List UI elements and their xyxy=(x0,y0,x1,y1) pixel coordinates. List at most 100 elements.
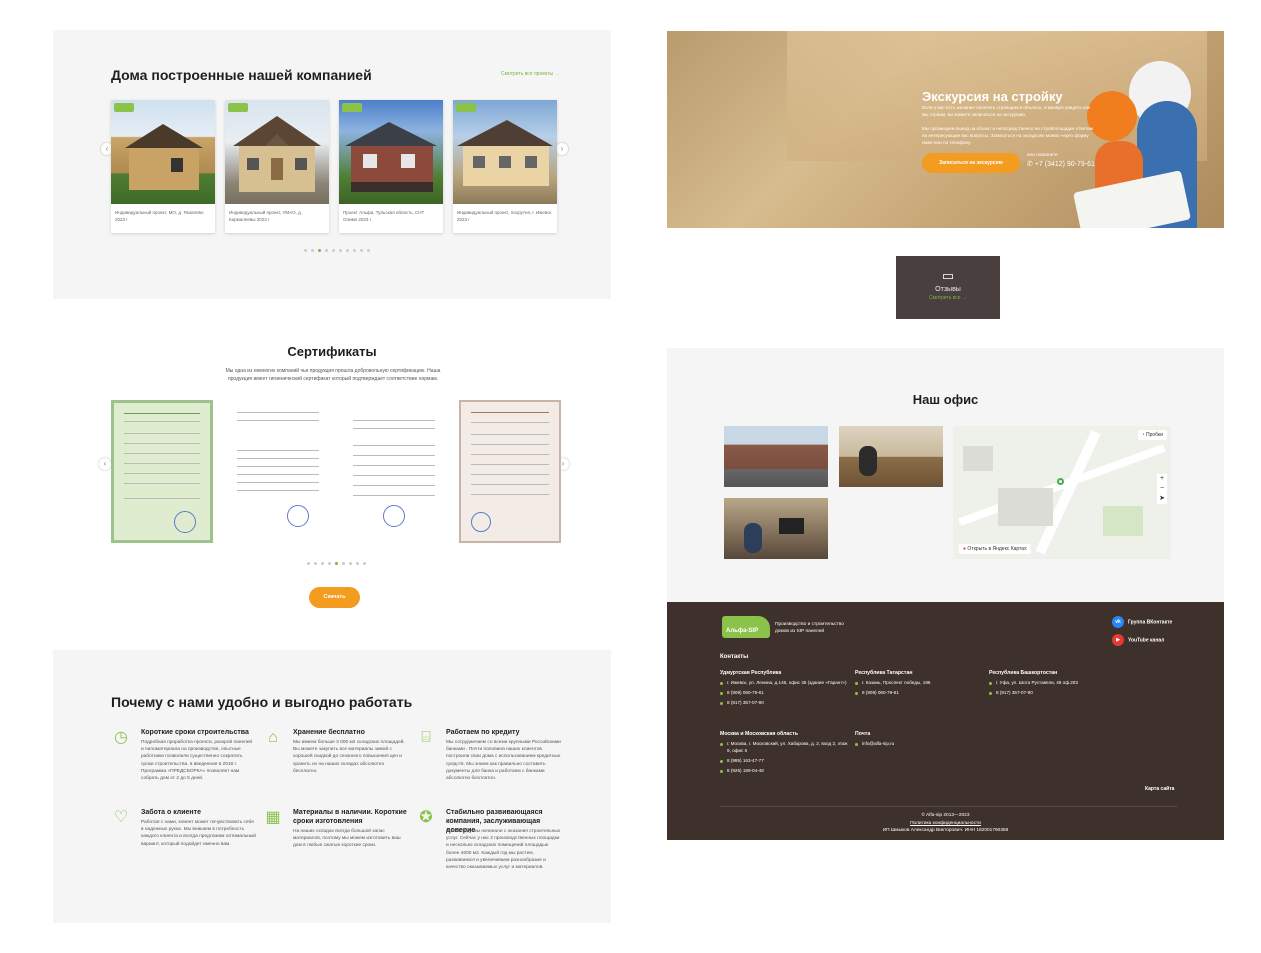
certificates-description: Мы одна из немногих компаний чья продукц… xyxy=(225,368,441,382)
region-phone[interactable]: 8 (917) 357-07-90 xyxy=(989,690,1119,697)
region-phone[interactable]: 8 (909) 060-79-61 xyxy=(855,690,985,697)
office-section: Наш офис ◔ Пробки + − ➤ ● Открыть в Яндекс… xyxy=(667,348,1224,602)
footer-tagline: Производство и строительство домов из SI… xyxy=(775,622,844,635)
copyright: © Alfa-sip 2013—2023 xyxy=(921,813,970,818)
trust-icon: ✪ xyxy=(419,809,433,826)
stamp-icon xyxy=(383,505,405,527)
house-photo xyxy=(339,100,443,204)
excursion-text-1: Если у вас есть желание посетить строящи… xyxy=(922,105,1090,117)
feature-desc: Мы имеем больше 3 000 м2 складских площа… xyxy=(293,740,405,774)
feature-desc: В 2008 году мы начинали с оказания строи… xyxy=(446,829,561,870)
clock-icon: ◷ xyxy=(114,729,128,746)
office-workplace-photo[interactable] xyxy=(724,498,828,559)
certificate-image[interactable] xyxy=(227,400,329,543)
feature-item: ♡ Забота о клиенте Работая с нами, клиен… xyxy=(111,808,256,868)
excursion-banner: Экскурсия на стройку Если у вас есть жел… xyxy=(667,31,1224,228)
contacts-heading: Контакты xyxy=(720,654,749,660)
see-all-reviews-link[interactable]: Смотреть все → xyxy=(896,295,1000,301)
reviews-tile[interactable]: ▭ Отзывы Смотреть все → xyxy=(896,256,1000,319)
comment-icon: ▭ xyxy=(941,268,955,283)
feature-title: Хранение бесплатно xyxy=(293,729,365,736)
feature-item: ▦ Материалы в наличии. Короткие сроки из… xyxy=(263,808,408,868)
feature-title: Работаем по кредиту xyxy=(446,729,520,736)
house-card[interactable]: Индивидуальный проект, МО, д. Яковлево 2… xyxy=(111,100,215,233)
house-caption: Индивидуальный проект, УМАО, д. Кармалее… xyxy=(229,210,302,223)
youtube-link[interactable]: ▶ YouTube канал xyxy=(1112,634,1164,646)
house-photo xyxy=(453,100,557,204)
feature-title: Материалы в наличии. Короткие сроки изго… xyxy=(293,809,407,826)
call-label: или позвоните xyxy=(1027,152,1058,157)
feature-item: ◷ Короткие сроки строительства Подробная… xyxy=(111,728,256,798)
feature-item: ⌸ Работаем по кредиту Мы сотрудничаем со… xyxy=(416,728,561,798)
bank-icon: ⌸ xyxy=(421,729,431,746)
house-card[interactable]: Проект Альфа, Тульская область, СНТ Олим… xyxy=(339,100,443,233)
care-icon: ♡ xyxy=(113,809,129,826)
house-caption: Индивидуальный проект, Хохрутня, г. Ижев… xyxy=(457,210,552,223)
house-caption: Проект Альфа, Тульская область, СНТ Олим… xyxy=(343,210,425,223)
email-link[interactable]: info@alfa-sip.ru xyxy=(855,741,985,748)
excursion-phone[interactable]: ✆ +7 (3412) 90-79-61 xyxy=(1027,160,1095,168)
phone-icon: ✆ xyxy=(1027,161,1035,168)
stamp-icon xyxy=(471,512,491,532)
region-name: Республика Башкортостан xyxy=(989,670,1058,676)
why-title: Почему с нами удобно и выгодно работать xyxy=(111,694,413,710)
house-photo xyxy=(111,100,215,204)
certs-pagination[interactable] xyxy=(307,562,366,565)
privacy-policy-link[interactable]: Политика конфиденциальности xyxy=(667,820,1224,828)
region-name: Республика Татарстан xyxy=(855,670,913,676)
traffic-label: Пробки xyxy=(1146,432,1163,438)
region-address: г. Ижевск, ул. Ленина, д.146, офис 35 (з… xyxy=(720,680,850,687)
see-all-projects-link[interactable]: Смотреть все проекты → xyxy=(501,71,560,77)
feature-title: Короткие сроки строительства xyxy=(141,729,249,736)
excursion-title: Экскурсия на стройку xyxy=(922,89,1063,104)
certificate-image[interactable] xyxy=(343,400,445,543)
company-requisites: ИП Шмыков Александр Викторович. ИНН 1820… xyxy=(882,828,1009,834)
download-button[interactable]: Скачать xyxy=(309,587,360,608)
certificates-carousel xyxy=(111,400,561,543)
houses-next-arrow-icon[interactable]: › xyxy=(556,143,568,155)
office-map[interactable]: ◔ Пробки + − ➤ ● Открыть в Яндекс Картах xyxy=(953,426,1171,559)
house-card[interactable]: Индивидуальный проект, Хохрутня, г. Ижев… xyxy=(453,100,557,233)
feature-item: ⌂ Хранение бесплатно Мы имеем больше 3 0… xyxy=(263,728,408,788)
materials-icon: ▦ xyxy=(265,809,281,826)
footer-legal: © Alfa-sip 2013—2023 Политика конфиденци… xyxy=(667,812,1224,835)
region-moscow: Москва и Московская область г. Москва, г… xyxy=(720,731,850,778)
vk-icon: vk xyxy=(1112,616,1124,628)
region-name: Москва и Московская область xyxy=(720,731,798,737)
region-name: Удмуртская Республика xyxy=(720,670,782,676)
why-section: Почему с нами удобно и выгодно работать … xyxy=(53,650,611,923)
house-photo xyxy=(225,100,329,204)
traffic-toggle[interactable]: ◔ Пробки xyxy=(1137,430,1167,440)
office-building-photo[interactable] xyxy=(724,426,828,487)
vk-label: Группа ВКонтакте xyxy=(1128,619,1173,626)
open-yandex-maps-link[interactable]: ● Открыть в Яндекс Картах xyxy=(959,544,1031,554)
vk-link[interactable]: vk Группа ВКонтакте xyxy=(1112,616,1172,628)
certificate-image[interactable] xyxy=(111,400,213,543)
youtube-icon: ▶ xyxy=(1112,634,1124,646)
phone-number: +7 (3412) 90-79-61 xyxy=(1034,161,1095,168)
houses-pagination[interactable] xyxy=(304,249,370,252)
region-phone[interactable]: 8 (917) 357-07-90 xyxy=(720,700,850,707)
region-phone[interactable]: 8 (925) 189-04-48 xyxy=(720,768,850,775)
region-phone[interactable]: 8 (909) 060-79-61 xyxy=(720,690,850,697)
map-zoom-controls[interactable]: + − ➤ xyxy=(1157,474,1167,504)
house-card[interactable]: Индивидуальный проект, УМАО, д. Кармалее… xyxy=(225,100,329,233)
book-excursion-button[interactable]: Записаться на экскурсию xyxy=(922,153,1020,173)
feature-desc: Подробная проработка проекта, раскрой па… xyxy=(141,740,253,781)
footer-divider xyxy=(720,806,1177,807)
sitemap-link[interactable]: Карта сайта xyxy=(1145,786,1174,792)
certificate-image[interactable] xyxy=(459,400,561,543)
region-phone[interactable]: 8 (985) 163-47-77 xyxy=(720,758,850,765)
feature-desc: Мы сотрудничаем со всеми крупными Россий… xyxy=(446,740,561,781)
certs-prev-arrow-icon[interactable]: ‹ xyxy=(99,458,111,470)
footer-logo[interactable]: Альфа-SIP xyxy=(722,616,770,638)
feature-desc: На наших складах всегда большой запас ма… xyxy=(293,829,401,849)
houses-carousel: Индивидуальный проект, МО, д. Яковлево 2… xyxy=(111,100,557,233)
feature-item: ✪ Стабильно развивающаяся компания, засл… xyxy=(416,808,561,888)
region-email: Почта info@alfa-sip.ru xyxy=(855,731,985,751)
region-tatarstan: Республика Татарстан г. Казань, Проспект… xyxy=(855,670,985,700)
region-name: Почта xyxy=(855,731,871,737)
office-interior-photo[interactable] xyxy=(839,426,943,487)
stamp-icon xyxy=(287,505,309,527)
houses-title: Дома построенные нашей компанией xyxy=(111,67,372,83)
